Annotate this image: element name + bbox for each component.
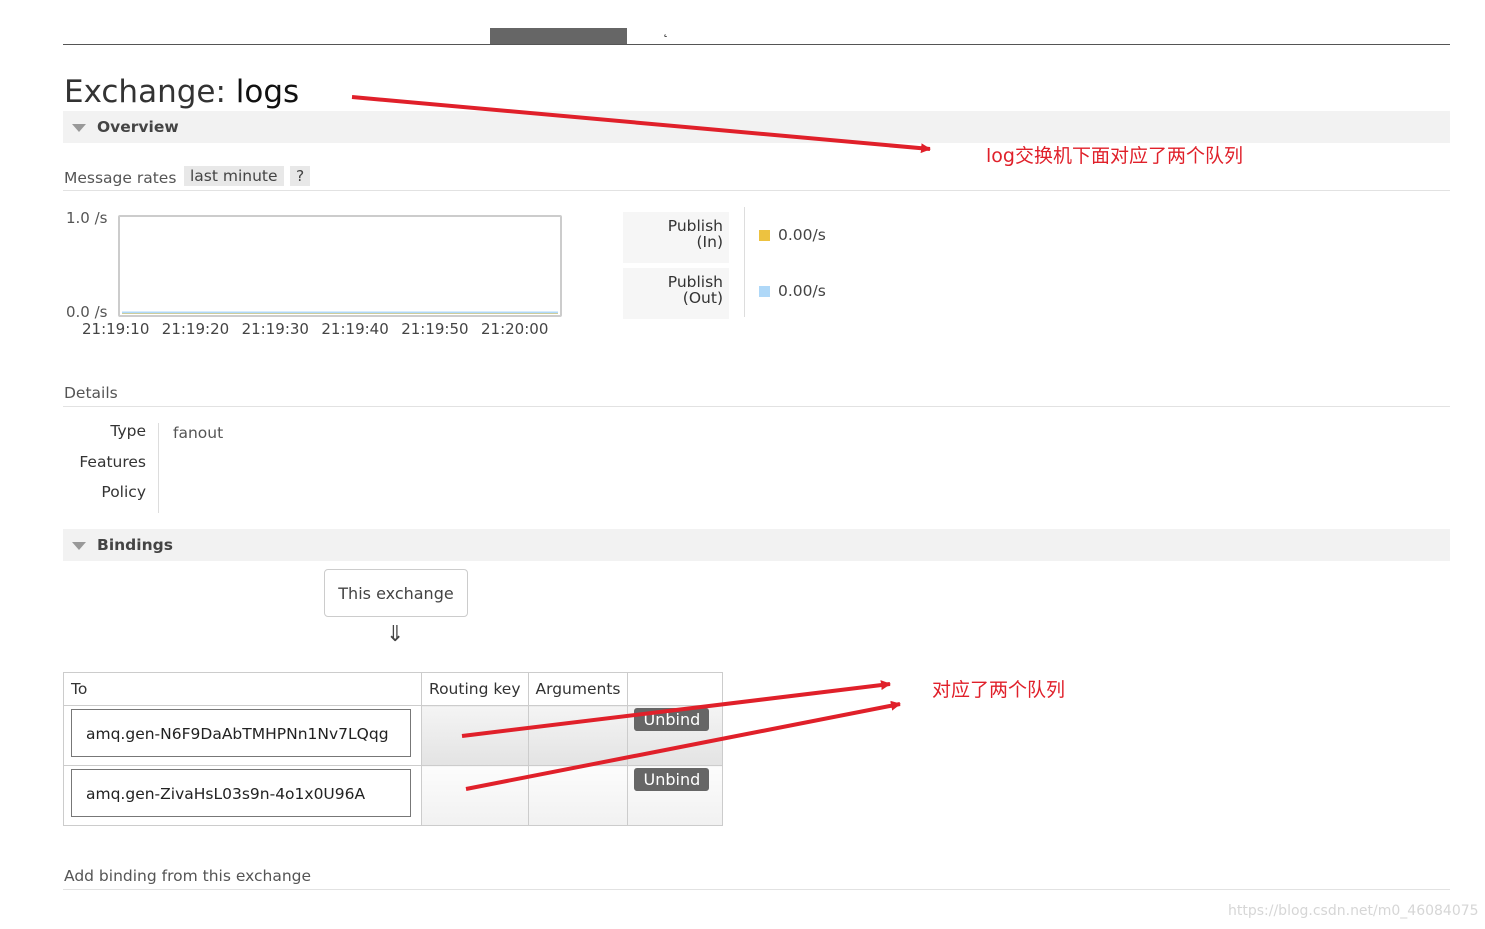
annotation-arrows: [351, 95, 931, 791]
annotation-arrow-title: [351, 95, 931, 154]
watermark: https://blog.csdn.net/m0_46084075: [1228, 903, 1479, 919]
annotation-arrow-queue-2: [465, 700, 901, 791]
annotation-arrow-queue-1: [461, 680, 891, 738]
